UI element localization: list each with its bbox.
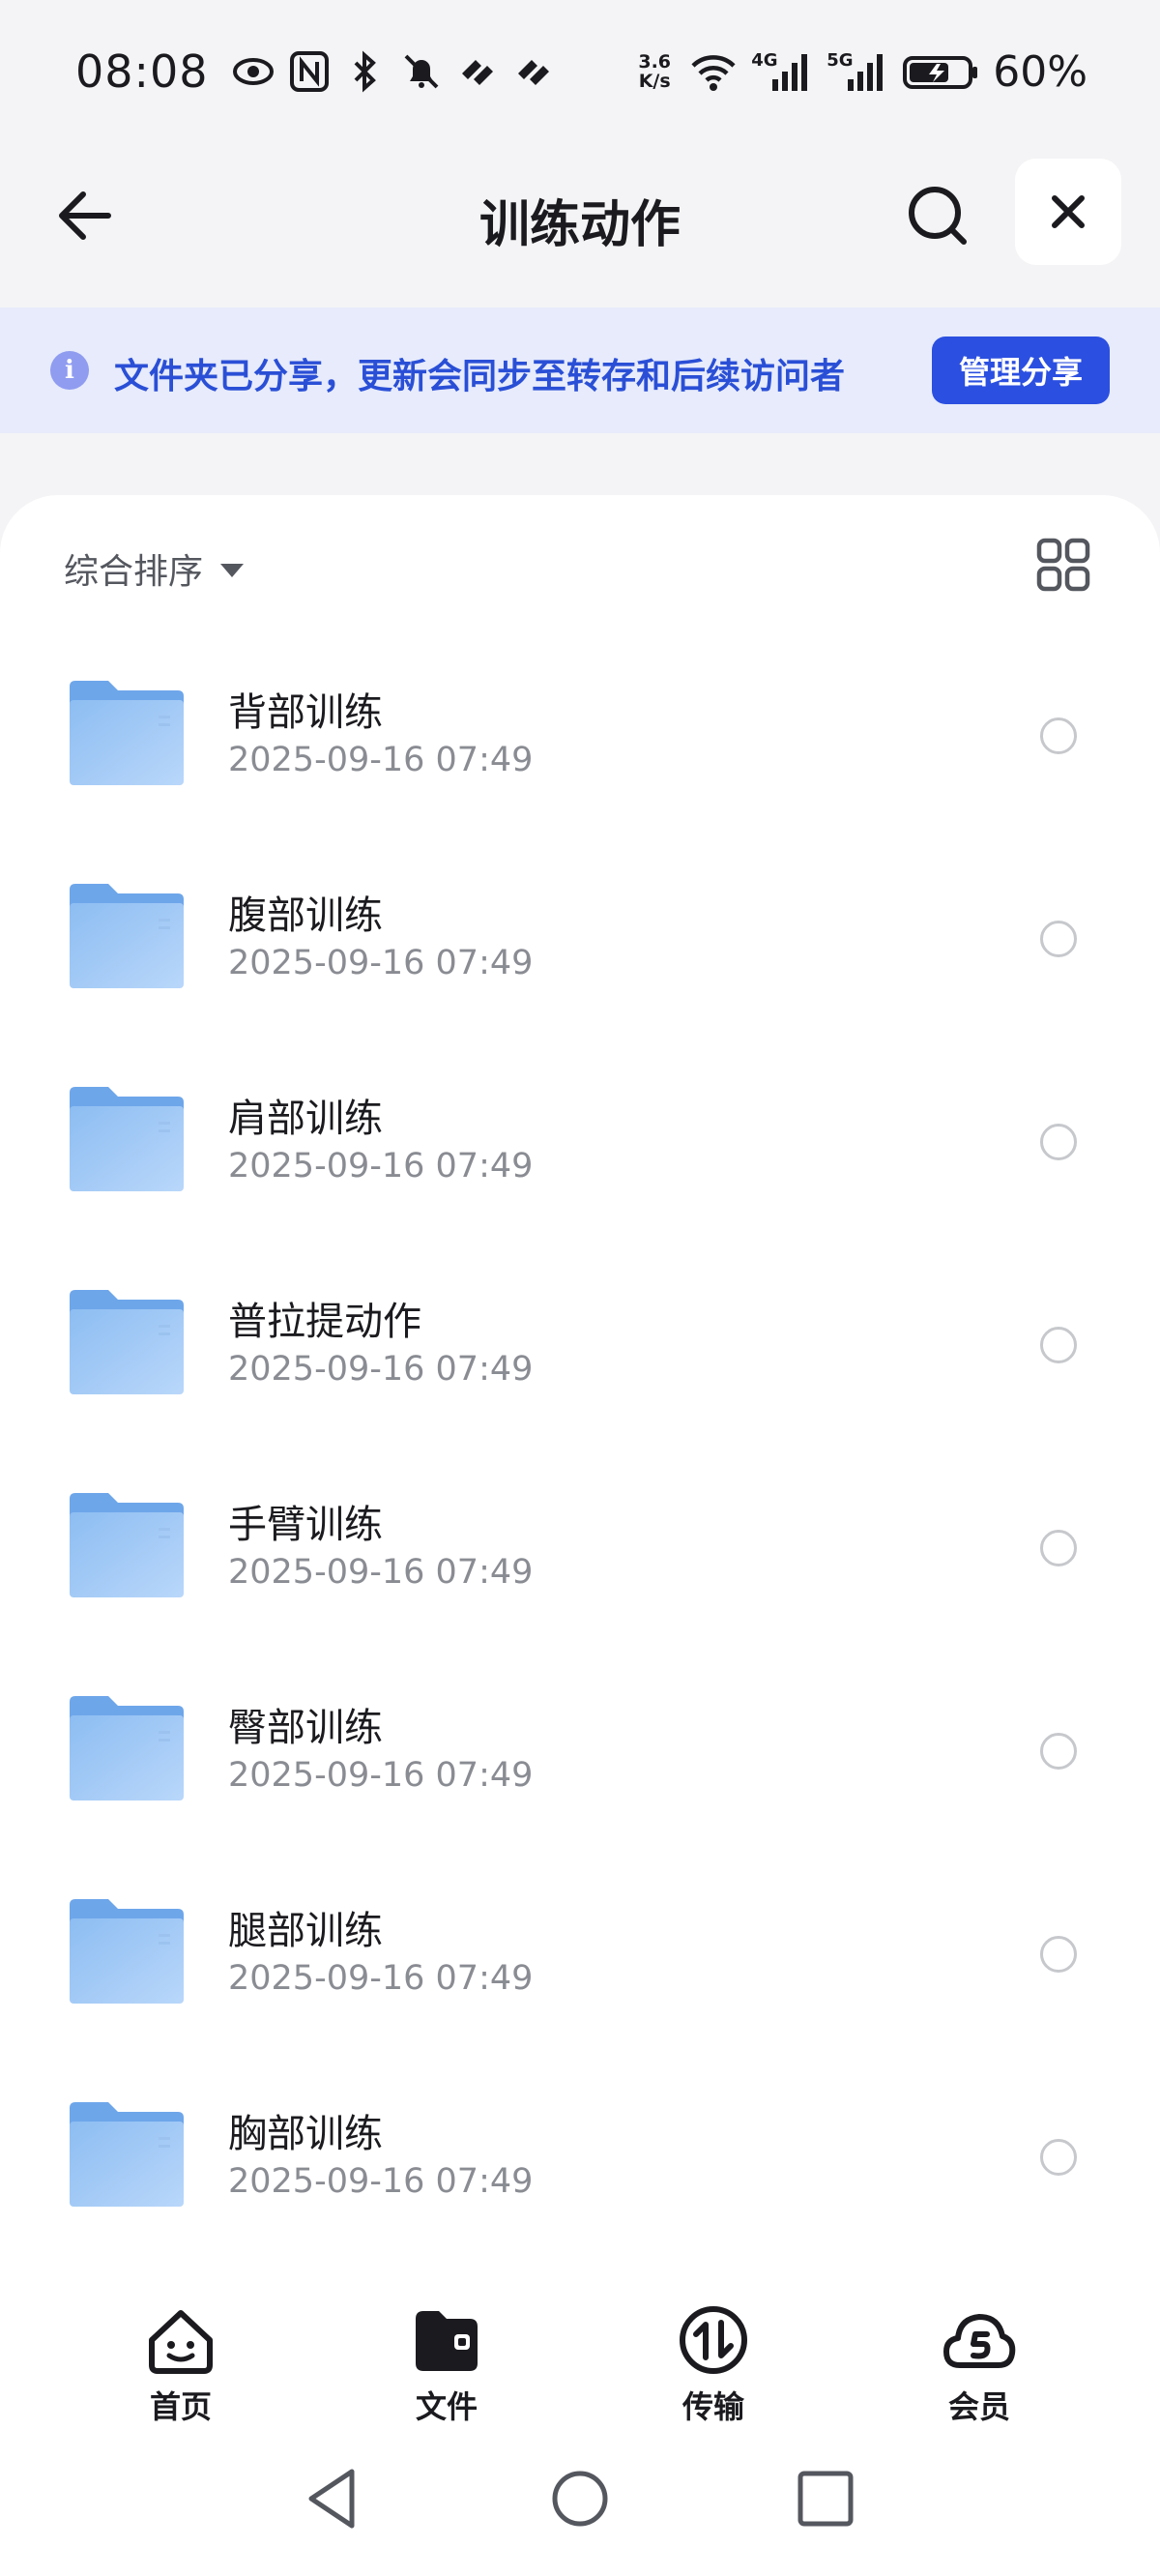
file-name: 肩部训练 xyxy=(228,1097,383,1141)
file-name: 胸部训练 xyxy=(228,2112,383,2156)
folder-icon xyxy=(70,884,184,988)
list-item[interactable]: 普拉提动作 2025-09-16 07:49 xyxy=(0,1249,1160,1452)
select-radio[interactable] xyxy=(1040,1936,1077,1973)
cloud-member-icon xyxy=(943,2314,1016,2368)
status-right: 3.6 K/s 4G 5G 60% xyxy=(633,47,1088,97)
close-icon xyxy=(1052,195,1085,228)
nav-files-label: 文件 xyxy=(415,2388,478,2425)
nav-transfer-label: 传输 xyxy=(682,2388,744,2425)
select-radio[interactable] xyxy=(1040,2139,1077,2176)
battery-percent: 60% xyxy=(993,46,1088,97)
status-bar: 08:08 3.6 K/s 4G 5G 60% xyxy=(0,0,1160,143)
list-item[interactable]: 腹部训练 2025-09-16 07:49 xyxy=(0,843,1160,1046)
file-date: 2025-09-16 07:49 xyxy=(228,1959,534,1998)
transfer-icon xyxy=(680,2306,747,2374)
file-name: 臀部训练 xyxy=(228,1706,383,1750)
bluetooth-icon xyxy=(354,50,376,93)
signal-5g: 5G xyxy=(826,50,888,93)
close-button[interactable] xyxy=(1015,159,1121,265)
select-radio[interactable] xyxy=(1040,1124,1077,1160)
file-date: 2025-09-16 07:49 xyxy=(228,2162,534,2201)
file-date: 2025-09-16 07:49 xyxy=(228,1553,534,1592)
share-banner: i 文件夹已分享，更新会同步至转存和后续访问者 管理分享 xyxy=(0,307,1160,433)
select-radio[interactable] xyxy=(1040,717,1077,754)
folder-icon xyxy=(70,1493,184,1597)
folder-icon xyxy=(70,1899,184,2004)
file-name: 普拉提动作 xyxy=(228,1300,421,1344)
signal-bars-icon-2 xyxy=(848,54,884,91)
folder-icon xyxy=(70,1696,184,1800)
file-date: 2025-09-16 07:49 xyxy=(228,944,534,982)
app-notification-icon xyxy=(461,60,493,85)
share-message: 文件夹已分享，更新会同步至转存和后续访问者 xyxy=(114,357,846,396)
folder-icon xyxy=(70,1290,184,1394)
file-list: 背部训练 2025-09-16 07:49 腹部训练 2025-09-16 07… xyxy=(0,640,1160,2265)
file-name: 腿部训练 xyxy=(228,1909,383,1953)
list-item[interactable]: 胸部训练 2025-09-16 07:49 xyxy=(0,2062,1160,2265)
select-radio[interactable] xyxy=(1040,921,1077,957)
list-item[interactable]: 臀部训练 2025-09-16 07:49 xyxy=(0,1655,1160,1859)
page-title: 训练动作 xyxy=(478,196,681,254)
system-recents-icon[interactable] xyxy=(791,2464,860,2533)
nav-home[interactable]: 首页 xyxy=(103,2301,258,2427)
status-time: 08:08 xyxy=(75,45,209,98)
mute-bell-icon xyxy=(404,54,438,89)
folder-filled-icon xyxy=(416,2311,478,2371)
app-notification-icon-2 xyxy=(517,60,549,85)
nav-member[interactable]: 会员 xyxy=(902,2301,1057,2427)
file-date: 2025-09-16 07:49 xyxy=(228,1350,534,1389)
status-left: 08:08 xyxy=(75,45,555,98)
info-icon: i xyxy=(50,351,89,390)
nav-files[interactable]: 文件 xyxy=(369,2301,524,2427)
select-radio[interactable] xyxy=(1040,1530,1077,1566)
nfc-icon xyxy=(289,51,329,92)
select-radio[interactable] xyxy=(1040,1733,1077,1770)
file-name: 腹部训练 xyxy=(228,893,383,938)
smiley-home-icon xyxy=(149,2310,213,2374)
signal-4g: 4G xyxy=(751,50,813,93)
eye-icon xyxy=(232,58,274,85)
network-speed: 3.6 K/s xyxy=(633,52,676,91)
search-icon xyxy=(908,186,967,245)
grid-view-icon xyxy=(1036,538,1090,592)
sort-dropdown[interactable]: 综合排序 xyxy=(64,543,245,594)
nav-transfer[interactable]: 传输 xyxy=(636,2301,791,2427)
list-item[interactable]: 肩部训练 2025-09-16 07:49 xyxy=(0,1046,1160,1249)
sort-label: 综合排序 xyxy=(64,552,204,592)
folder-icon xyxy=(70,2102,184,2207)
network-speed-value: 3.6 xyxy=(638,51,672,73)
list-item[interactable]: 手臂训练 2025-09-16 07:49 xyxy=(0,1452,1160,1655)
signal-bars-icon xyxy=(772,54,808,91)
battery-icon xyxy=(903,56,978,89)
select-radio[interactable] xyxy=(1040,1327,1077,1363)
file-list-card: 综合排序 背部训练 2025-09-16 07:49 腹部训练 2025-09-… xyxy=(0,495,1160,2313)
list-item[interactable]: 背部训练 2025-09-16 07:49 xyxy=(0,640,1160,843)
search-button[interactable] xyxy=(901,179,973,251)
folder-icon xyxy=(70,1087,184,1191)
system-home-icon[interactable] xyxy=(545,2464,615,2533)
manage-share-button[interactable]: 管理分享 xyxy=(932,337,1110,404)
network-speed-unit: K/s xyxy=(638,71,671,92)
caret-down-icon xyxy=(220,564,245,577)
file-name: 背部训练 xyxy=(228,690,383,735)
file-date: 2025-09-16 07:49 xyxy=(228,1147,534,1186)
grid-view-button[interactable] xyxy=(1036,538,1090,592)
nav-member-label: 会员 xyxy=(947,2388,1010,2425)
file-name: 手臂训练 xyxy=(228,1503,383,1547)
system-back-icon[interactable] xyxy=(298,2464,367,2533)
file-date: 2025-09-16 07:49 xyxy=(228,741,534,779)
wifi-icon xyxy=(691,55,736,91)
file-date: 2025-09-16 07:49 xyxy=(228,1756,534,1795)
system-nav-bar xyxy=(0,2437,1160,2576)
nav-home-label: 首页 xyxy=(149,2388,212,2425)
folder-icon xyxy=(70,681,184,785)
header: 训练动作 xyxy=(0,155,1160,271)
bottom-nav: 首页 文件 传输 会员 xyxy=(0,2282,1160,2437)
list-item[interactable]: 腿部训练 2025-09-16 07:49 xyxy=(0,1859,1160,2062)
